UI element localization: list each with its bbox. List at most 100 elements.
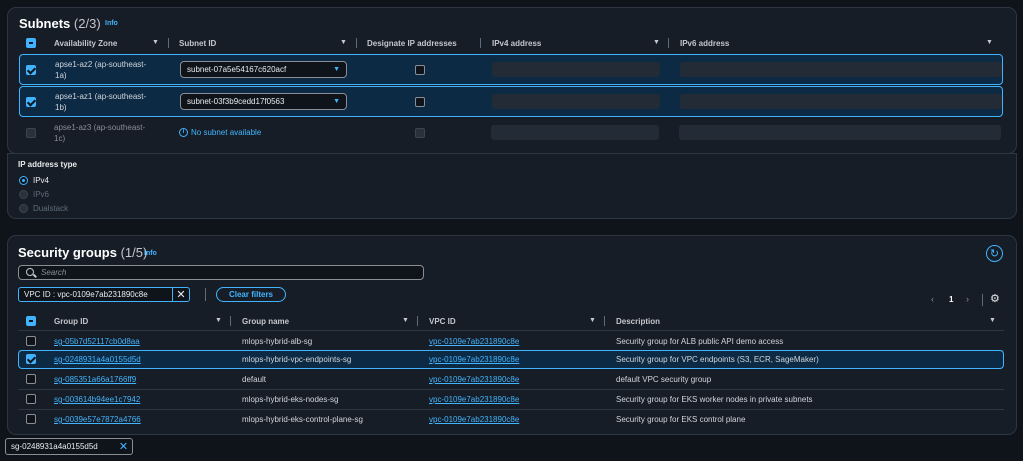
column-divider	[356, 38, 357, 48]
subnet-id-select[interactable]: subnet-03f3b9cedd17f0563 ▼	[180, 93, 347, 110]
sort-caret-icon[interactable]: ▼	[653, 39, 660, 46]
ipv4-input	[492, 62, 660, 77]
chevron-right-icon[interactable]: ›	[966, 294, 969, 304]
col-subnet-id[interactable]: Subnet ID	[179, 36, 216, 50]
col-ipv4-address[interactable]: IPv4 address	[492, 36, 541, 50]
designate-ip-checkbox[interactable]	[415, 65, 425, 75]
subnet-az-line1: apse1-az3 (ap-southeast-	[54, 123, 146, 132]
subnet-row-checkbox[interactable]	[26, 65, 36, 75]
group-id-link[interactable]: sg-05b7d52117cb0d8aa	[54, 336, 140, 347]
subnet-az-line1: apse1-az2 (ap-southeast-	[55, 60, 147, 69]
chevron-left-icon[interactable]: ‹	[931, 294, 934, 304]
group-id-link[interactable]: sg-0248931a4a0155d5d	[54, 354, 141, 365]
table-row[interactable]: sg-0039e57e7872a4766 mlops-hybrid-eks-co…	[18, 410, 1004, 429]
clear-filters-button[interactable]: Clear filters	[216, 287, 286, 302]
ipv4-input	[491, 125, 659, 140]
sg-row-checkbox[interactable]	[26, 414, 36, 424]
subnet-row[interactable]: apse1-az1 (ap-southeast- 1b) subnet-03f3…	[19, 86, 1003, 117]
col-group-name[interactable]: Group name	[242, 314, 289, 328]
table-row[interactable]: sg-085351a66a1766ff9 default vpc-0109e7a…	[18, 370, 1004, 389]
security-groups-panel: Security groups (1/5) Info ↻ Search VPC …	[7, 235, 1017, 435]
subnet-az-line2: 1b)	[55, 103, 67, 112]
ip-address-type-panel: IP address type IPv4 IPv6 Dualstack	[7, 153, 1017, 219]
group-description: default VPC security group	[616, 375, 712, 384]
sg-select-all-checkbox[interactable]	[26, 316, 36, 326]
sort-caret-icon[interactable]: ▼	[986, 39, 993, 46]
subnet-az: apse1-az2 (ap-southeast- 1a)	[55, 59, 146, 81]
group-description: Security group for VPC endpoints (S3, EC…	[616, 355, 819, 364]
column-divider	[417, 316, 418, 326]
subnets-count: (2/3)	[73, 16, 101, 31]
col-group-id[interactable]: Group ID	[54, 314, 88, 328]
group-id-link[interactable]: sg-003614b94ee1c7942	[54, 394, 140, 405]
sort-caret-icon[interactable]: ▼	[215, 317, 222, 324]
search-input[interactable]: Search	[18, 265, 424, 280]
group-id-link[interactable]: sg-085351a66a1766ff9	[54, 374, 136, 385]
subnets-select-all-checkbox[interactable]	[26, 38, 36, 48]
sg-table-header: Group ID ▼ Group name ▼ VPC ID ▼ Descrip…	[18, 314, 1006, 328]
close-icon[interactable]: ✕	[172, 288, 189, 301]
table-row[interactable]: sg-0248931a4a0155d5d mlops-hybrid-vpc-en…	[18, 350, 1004, 369]
ipv6-input	[679, 125, 1001, 140]
selected-sg-token: sg-0248931a4a0155d5d ✕	[5, 438, 133, 455]
column-divider	[168, 38, 169, 48]
subnet-id-select[interactable]: subnet-07a5e54167c620acf ▼	[180, 61, 347, 78]
chevron-down-icon: ▼	[333, 98, 340, 105]
ipv4-input	[492, 94, 660, 109]
vpc-id-link[interactable]: vpc-0109e7ab231890c8e	[429, 374, 519, 385]
dualstack-label: Dualstack	[33, 204, 69, 213]
gear-icon[interactable]: ⚙	[990, 292, 1000, 305]
security-groups-info-link[interactable]: Info	[144, 250, 157, 257]
column-divider	[668, 38, 669, 48]
vpc-id-link[interactable]: vpc-0109e7ab231890c8e	[429, 414, 519, 425]
group-id-link[interactable]: sg-0039e57e7872a4766	[54, 414, 141, 425]
sort-caret-icon[interactable]: ▼	[152, 39, 159, 46]
column-divider	[604, 316, 605, 326]
group-name: mlops-hybrid-eks-nodes-sg	[242, 395, 339, 404]
sort-caret-icon[interactable]: ▼	[340, 39, 347, 46]
vpc-id-link[interactable]: vpc-0109e7ab231890c8e	[429, 354, 519, 365]
col-designate-ip[interactable]: Designate IP addresses	[367, 36, 457, 50]
subnets-title: Subnets (2/3)	[19, 16, 101, 31]
subnet-az-line2: 1c)	[54, 134, 66, 143]
subnet-az: apse1-az3 (ap-southeast- 1c)	[54, 122, 145, 144]
column-divider	[230, 316, 231, 326]
sg-row-checkbox[interactable]	[26, 354, 36, 364]
subnet-id-value: subnet-03f3b9cedd17f0563	[187, 97, 285, 106]
subnet-row[interactable]: apse1-az2 (ap-southeast- 1a) subnet-07a5…	[19, 54, 1003, 85]
designate-ip-checkbox[interactable]	[415, 97, 425, 107]
table-row[interactable]: sg-05b7d52117cb0d8aa mlops-hybrid-alb-sg…	[18, 332, 1004, 350]
page-number[interactable]: 1	[949, 295, 953, 304]
divider	[982, 294, 983, 306]
sg-row-checkbox[interactable]	[26, 336, 36, 346]
col-ipv6-address[interactable]: IPv6 address	[680, 36, 729, 50]
filter-token-text: VPC ID : vpc-0109e7ab231890c8e	[24, 290, 148, 299]
close-icon[interactable]: ✕	[115, 439, 132, 454]
col-availability-zone[interactable]: Availability Zone	[54, 36, 117, 50]
sort-caret-icon[interactable]: ▼	[402, 317, 409, 324]
vpc-id-link[interactable]: vpc-0109e7ab231890c8e	[429, 394, 519, 405]
subnets-panel: Subnets (2/3) Info Availability Zone ▼ S…	[7, 7, 1017, 154]
security-groups-title: Security groups (1/5)	[18, 245, 147, 260]
col-description[interactable]: Description	[616, 314, 660, 328]
refresh-icon[interactable]: ↻	[986, 245, 1003, 262]
ipv6-label: IPv6	[33, 190, 50, 199]
subnet-row-checkbox[interactable]	[26, 97, 36, 107]
sort-caret-icon[interactable]: ▼	[589, 317, 596, 324]
vpc-filter-token: VPC ID : vpc-0109e7ab231890c8e ✕	[18, 287, 190, 302]
search-icon	[26, 268, 34, 276]
subnets-info-link[interactable]: Info	[105, 20, 118, 27]
ipv4-label[interactable]: IPv4	[33, 176, 49, 185]
divider	[205, 288, 206, 301]
vpc-id-link[interactable]: vpc-0109e7ab231890c8e	[429, 336, 519, 347]
sg-row-checkbox[interactable]	[26, 394, 36, 404]
sg-row-checkbox[interactable]	[26, 374, 36, 384]
column-divider	[480, 38, 481, 48]
table-row[interactable]: sg-003614b94ee1c7942 mlops-hybrid-eks-no…	[18, 390, 1004, 409]
sort-caret-icon[interactable]: ▼	[989, 317, 996, 324]
ipv4-radio[interactable]	[19, 176, 28, 185]
dualstack-radio	[19, 204, 28, 213]
no-subnet-message: i No subnet available	[179, 128, 261, 137]
subnet-id-value: subnet-07a5e54167c620acf	[187, 65, 287, 74]
col-vpc-id[interactable]: VPC ID	[429, 314, 456, 328]
